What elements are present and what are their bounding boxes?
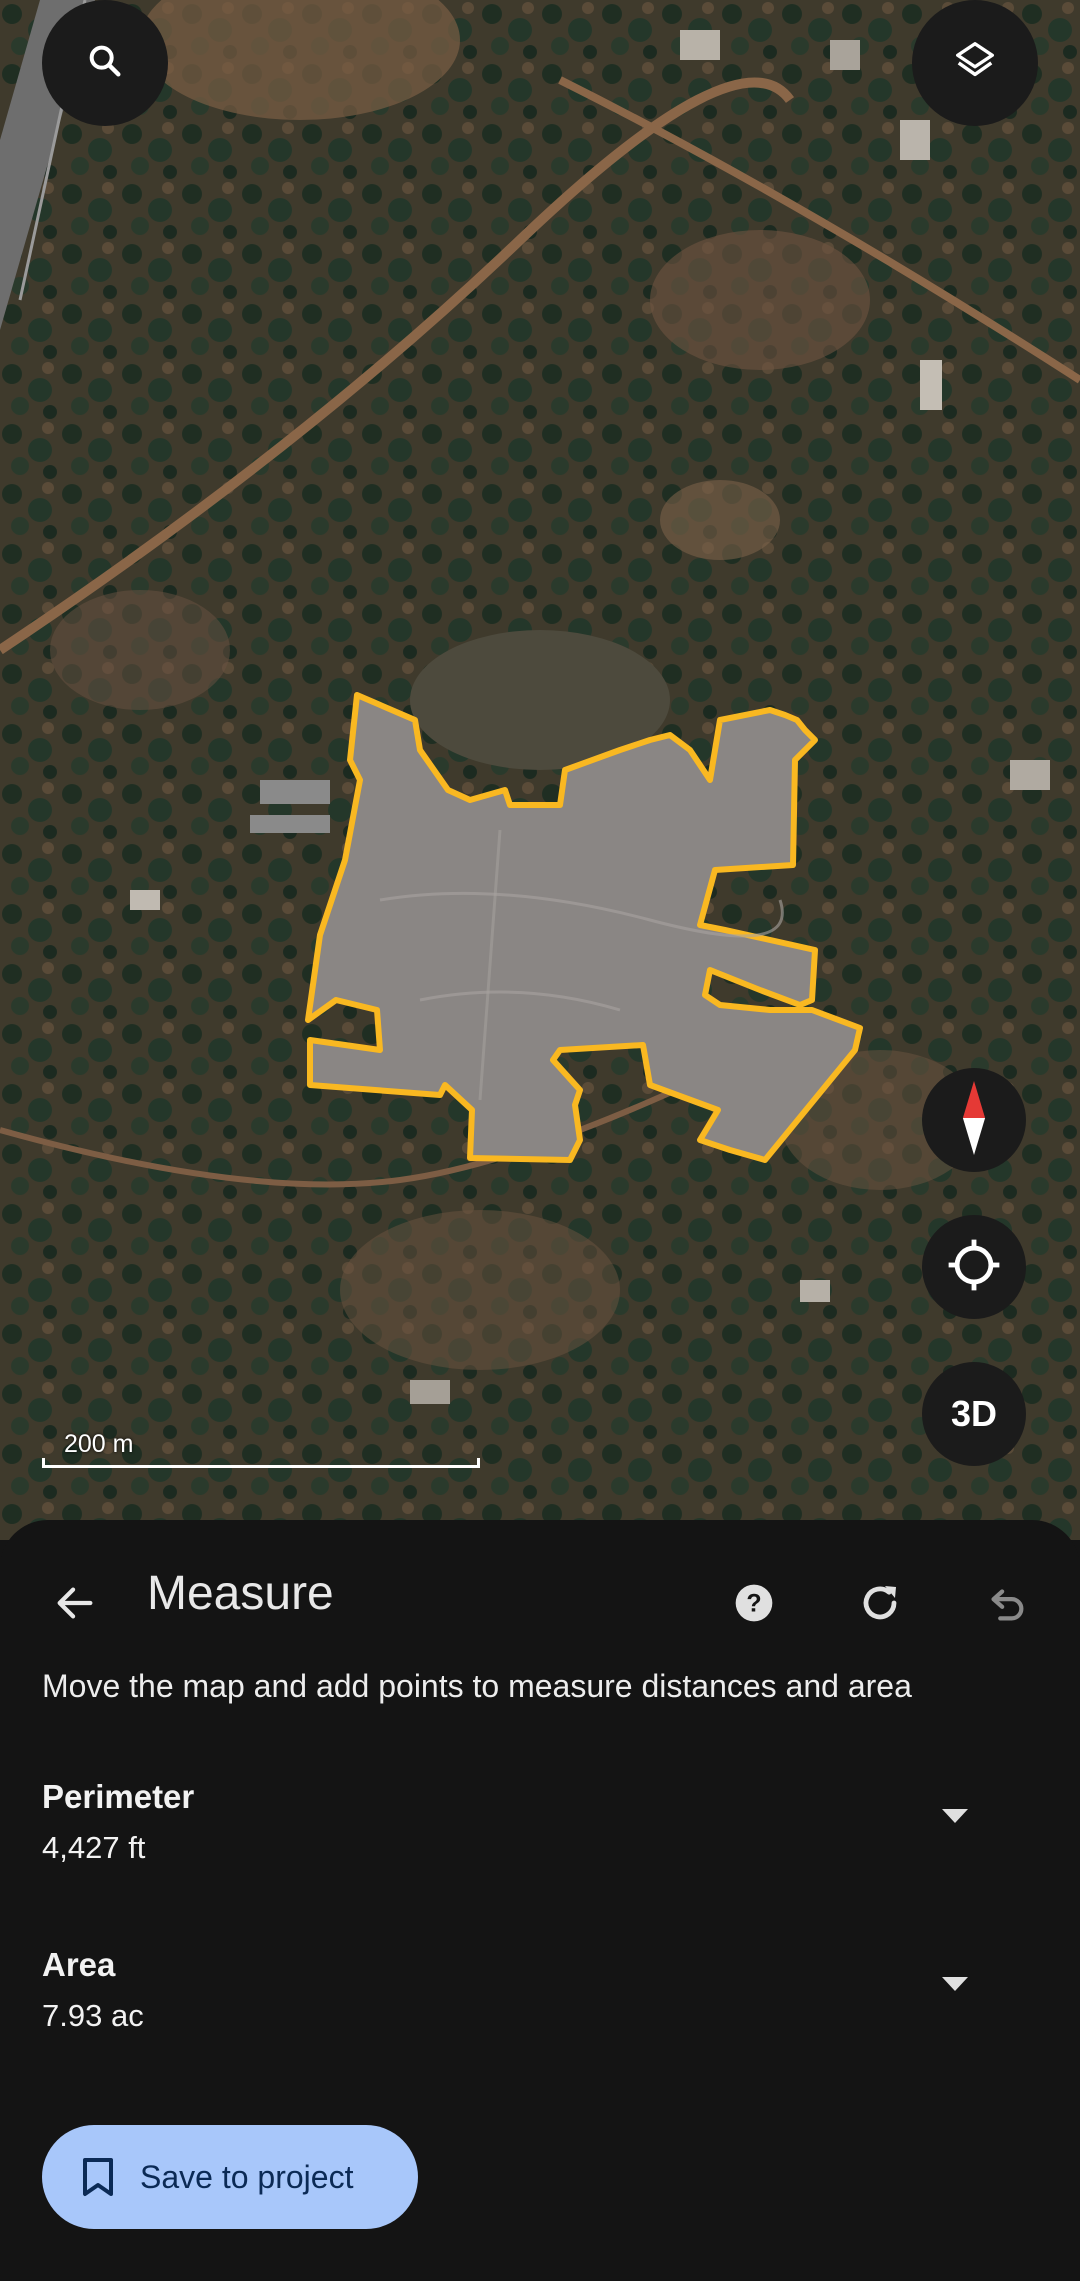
my-location-icon	[945, 1236, 1003, 1299]
dropdown-arrow-icon	[941, 1808, 969, 1829]
area-unit-dropdown[interactable]	[935, 1966, 975, 2006]
panel-header: Measure ?	[0, 1520, 1080, 1670]
undo-button[interactable]	[971, 1570, 1041, 1640]
svg-text:?: ?	[746, 1589, 761, 1617]
undo-icon	[983, 1580, 1029, 1631]
perimeter-value: 4,427 ft	[42, 1830, 146, 1865]
area-row[interactable]: Area 7.93 ac	[0, 1946, 1080, 2066]
satellite-map[interactable]	[0, 0, 1080, 1540]
save-to-project-label: Save to project	[140, 2158, 354, 2195]
dropdown-arrow-icon	[941, 1976, 969, 1997]
arrow-back-icon	[52, 1580, 98, 1631]
area-label: Area	[42, 1946, 116, 1983]
area-value: 7.93 ac	[42, 1998, 144, 2033]
perimeter-row[interactable]: Perimeter 4,427 ft	[0, 1778, 1080, 1898]
back-button[interactable]	[40, 1570, 110, 1640]
3d-view-button[interactable]: 3D	[922, 1362, 1026, 1466]
measure-panel: Measure ? Move the map and add points to…	[0, 1520, 1080, 2281]
save-to-project-button[interactable]: Save to project	[42, 2125, 418, 2229]
bookmark-icon	[78, 2157, 118, 2197]
perimeter-label: Perimeter	[42, 1778, 195, 1815]
compass-button[interactable]	[922, 1068, 1026, 1172]
satellite-imagery	[0, 0, 1080, 1540]
measure-instructions: Move the map and add points to measure d…	[42, 1668, 912, 1704]
layers-icon	[952, 38, 998, 89]
page-title: Measure	[147, 1567, 334, 1620]
perimeter-unit-dropdown[interactable]	[935, 1798, 975, 1838]
help-icon: ?	[734, 1583, 774, 1628]
scale-bar	[42, 1458, 480, 1468]
compass-icon	[954, 1080, 994, 1160]
map-scale: 200 m	[42, 1430, 482, 1470]
refresh-icon	[856, 1579, 904, 1632]
my-location-button[interactable]	[922, 1215, 1026, 1319]
search-button[interactable]	[42, 0, 168, 126]
layers-button[interactable]	[912, 0, 1038, 126]
3d-label: 3D	[950, 1393, 998, 1434]
scale-label: 200 m	[64, 1430, 134, 1458]
help-button[interactable]: ?	[719, 1570, 789, 1640]
reset-button[interactable]	[845, 1570, 915, 1640]
search-icon	[85, 41, 125, 86]
